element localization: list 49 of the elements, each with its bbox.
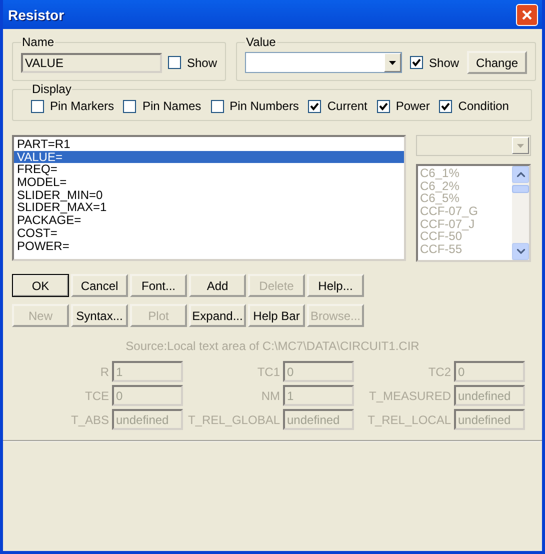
group-label: Display [31,82,72,96]
parameter-label: T_ABS [70,412,109,426]
window-title: Resistor [8,6,64,22]
parameter-label: T_MEASURED [368,388,451,402]
dialog-button[interactable]: Cancel [71,274,128,297]
check-icon [412,58,422,67]
attribute-item[interactable]: SLIDER_MIN=0 [14,188,404,202]
close-button[interactable] [516,4,538,26]
attribute-item[interactable]: MODEL= [14,176,404,189]
checkbox[interactable]: Condition [439,99,509,113]
check-icon [310,102,320,110]
parameter-label: T_REL_LOCAL [368,412,451,426]
checkbox[interactable]: Power [376,99,430,113]
checkbox[interactable]: Show [168,56,218,70]
attribute-list[interactable]: PART=R1 VALUE= FREQ= MODEL= SLIDER_MIN=0 SLIDER_MAX=1 PACKAGE= COST= POWER= [12,135,406,261]
attribute-item[interactable]: SLIDER_MAX=1 [14,201,404,214]
attribute-item[interactable]: PACKAGE= [14,214,404,227]
dialog-button[interactable]: Expand... [189,304,246,327]
parameter-label: NM [261,388,280,402]
dialog-button[interactable]: Help Bar [248,304,305,327]
dialog-button[interactable]: Help... [307,274,364,297]
group-label: Value [245,35,277,49]
source-text: Source:Local text area of C:\MC7\DATA\CIRCUIT1.CIR [124,339,420,353]
attribute-item[interactable]: PART=R1 [14,138,404,151]
checkbox[interactable]: Pin Numbers [210,99,299,113]
parameter-label: R [100,364,109,378]
dialog-button[interactable]: Add [189,274,246,297]
checkbox[interactable]: Pin Names [123,99,202,113]
checkbox[interactable]: Current [308,99,368,113]
change-button[interactable]: Change [467,51,528,74]
close-icon[interactable] [521,8,533,20]
attribute-item[interactable]: POWER= [14,240,404,252]
parameter-label: TCE [85,388,109,402]
check-icon [378,102,388,110]
parameter-label: TC2 [428,364,451,378]
dialog-button[interactable]: OK [12,274,69,297]
attribute-item[interactable]: VALUE= [14,150,404,164]
dialog-button[interactable]: Font... [130,274,187,297]
dialog-button[interactable]: Syntax... [71,304,128,327]
name-field[interactable]: VALUE [21,52,162,72]
attribute-item[interactable]: FREQ= [14,163,404,176]
checkbox[interactable]: Show [410,56,460,70]
check-icon [441,102,450,110]
dropdown-arrow-icon[interactable] [389,60,396,64]
attribute-item[interactable]: COST= [14,226,404,240]
group-label: Name [21,35,56,49]
checkbox[interactable]: Pin Markers [31,99,114,113]
parameter-label: T_REL_GLOBAL [188,412,280,426]
parameter-label: TC1 [257,364,280,378]
